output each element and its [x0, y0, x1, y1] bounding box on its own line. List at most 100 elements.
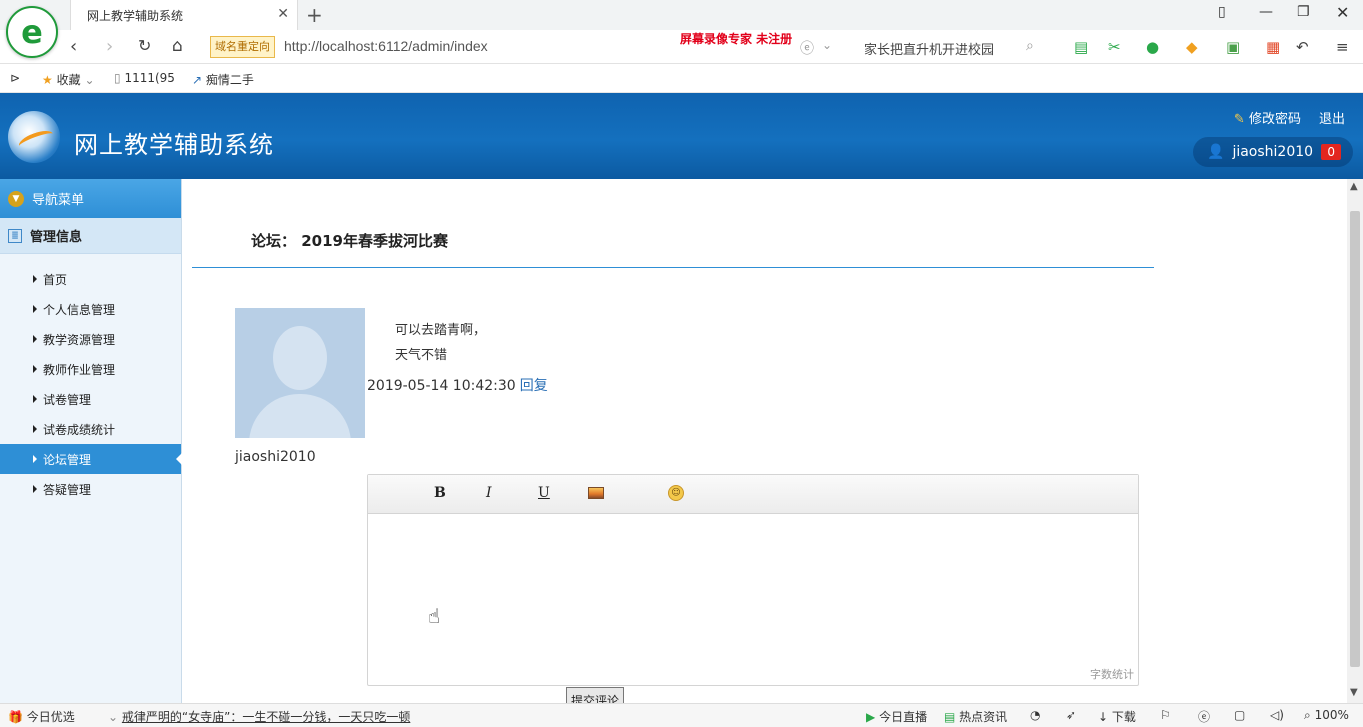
gift-icon: 🎁 [8, 710, 23, 724]
sidebar-item-home[interactable]: 首页 [0, 264, 181, 294]
translate-icon[interactable]: ● [1146, 38, 1159, 56]
address-bar: ‹ › ↻ ⌂ 域名重定向 http://localhost:6112/admi… [0, 30, 1363, 64]
close-tab-icon[interactable]: ✕ [277, 6, 289, 22]
maximize-icon[interactable]: ❐ [1297, 4, 1310, 20]
tab-title: 网上教学辅助系统 [87, 8, 184, 23]
search-icon[interactable]: ⌕ [1026, 38, 1034, 54]
redirect-badge[interactable]: 域名重定向 [210, 36, 275, 58]
scroll-down-icon[interactable]: ▼ [1350, 687, 1358, 698]
close-window-icon[interactable]: ✕ [1336, 3, 1349, 22]
menu-icon[interactable]: ≡ [1336, 38, 1349, 56]
back-icon[interactable]: ‹ [70, 36, 77, 57]
bold-button[interactable]: B [434, 485, 446, 501]
user-icon: 👤 [1207, 144, 1225, 160]
watermark: 屏幕录像专家 未注册 [680, 32, 793, 46]
scissors-icon[interactable]: ✂ [1108, 38, 1121, 56]
user-badge[interactable]: 👤 jiaoshi2010 0 [1193, 137, 1353, 167]
underline-button[interactable]: U [538, 485, 550, 501]
chevron-down-icon[interactable]: ⌄ [822, 38, 832, 52]
play-icon: ▶ [866, 710, 876, 724]
window-icon[interactable]: ▢ [1234, 708, 1245, 722]
minimize-icon[interactable]: — [1259, 4, 1273, 20]
title-divider [192, 267, 1154, 268]
skin-icon[interactable]: ▯ [1218, 4, 1226, 20]
notification-count: 0 [1321, 144, 1341, 160]
insert-image-icon[interactable] [588, 487, 604, 499]
favorites-menu[interactable]: ★ 收藏 ⌄ [42, 71, 95, 88]
home-icon[interactable]: ⌂ [172, 36, 183, 56]
username: jiaoshi2010 [1232, 144, 1314, 160]
forward-icon[interactable]: › [106, 36, 113, 57]
speed-icon[interactable]: ◔ [1030, 708, 1040, 722]
bookmark-item-1[interactable]: ▯ 1111(95 [114, 71, 175, 85]
sidebar: ▼ 导航菜单 ≣ 管理信息 首页 个人信息管理 教学资源管理 教师作业管理 试卷… [0, 179, 182, 703]
logout-link[interactable]: 退出 [1319, 108, 1345, 127]
nav-menu-header[interactable]: ▼ 导航菜单 [0, 179, 181, 218]
star-icon: ★ [42, 73, 53, 87]
reload-icon[interactable]: ↻ [138, 36, 151, 55]
pencil-icon: ✎ [1233, 112, 1245, 127]
app-logo-icon [8, 111, 60, 163]
hand-cursor-icon: ☝ [428, 604, 441, 628]
apps-icon[interactable]: ▦ [1266, 38, 1280, 56]
image-icon[interactable]: ▣ [1226, 38, 1240, 56]
emoji-icon[interactable]: ☺ [668, 485, 684, 501]
browser-tab[interactable]: 网上教学辅助系统 ✕ [70, 0, 298, 30]
feather-icon: ↗ [192, 73, 203, 87]
ie-mode-icon[interactable]: ⓔ [800, 38, 814, 58]
nav-group-management[interactable]: ≣ 管理信息 [0, 218, 181, 254]
post-meta: 2019-05-14 10:42:30 回复 [367, 375, 548, 395]
sidebar-toggle-icon[interactable]: ⊳ [10, 71, 20, 85]
search-input[interactable]: 家长把直升机开进校园 [864, 39, 994, 58]
sidebar-item-resources[interactable]: 教学资源管理 [0, 324, 181, 354]
comment-textarea[interactable] [368, 514, 1138, 684]
sidebar-item-exam-stats[interactable]: 试卷成绩统计 [0, 414, 181, 444]
avatar [235, 308, 365, 438]
post-text-line-1: 可以去踏青啊， [395, 323, 487, 338]
change-password-link[interactable]: ✎ 修改密码 [1234, 108, 1301, 127]
browser-tab-bar: e 网上教学辅助系统 ✕ + ▯ — ❐ ✕ [0, 0, 1363, 58]
reader-icon[interactable]: ▤ [1074, 38, 1088, 56]
reply-link[interactable]: 回复 [520, 378, 548, 394]
zoom-control[interactable]: ⌕ 100% [1304, 708, 1349, 723]
chevron-down-icon: ▼ [8, 190, 24, 207]
news-icon: ▤ [944, 710, 956, 724]
today-picks[interactable]: 🎁 今日优选 [8, 708, 75, 725]
flag-icon[interactable]: ⚐ [1160, 708, 1171, 722]
ie-icon[interactable]: ⓔ [1198, 708, 1210, 725]
sidebar-item-homework[interactable]: 教师作业管理 [0, 354, 181, 384]
word-count-label: 字数统计 [1090, 668, 1134, 681]
hot-news-link[interactable]: ▤ 热点资讯 [944, 708, 1007, 725]
sidebar-item-qa[interactable]: 答疑管理 [0, 474, 181, 504]
volume-icon[interactable]: ◁) [1270, 708, 1284, 722]
status-bar: 🎁 今日优选 ⌄ 戒律严明的“女寺庙”：一生不碰一分钱，一天只吃一顿 ▶ 今日直… [0, 703, 1363, 727]
rocket-icon[interactable]: ➶ [1066, 708, 1076, 722]
main-content: 论坛： 2019年春季拔河比赛 jiaoshi2010 可以去踏青啊， 天气不错… [182, 179, 1347, 703]
list-icon: ≣ [8, 228, 22, 243]
page-icon: ▯ [114, 71, 121, 85]
italic-button[interactable]: I [486, 485, 492, 501]
header-links: ✎ 修改密码 退出 [1234, 108, 1345, 127]
live-link[interactable]: ▶ 今日直播 [866, 708, 927, 725]
url-field[interactable]: http://localhost:6112/admin/index [284, 38, 488, 54]
sidebar-item-profile[interactable]: 个人信息管理 [0, 294, 181, 324]
news-ticker[interactable]: ⌄ 戒律严明的“女寺庙”：一生不碰一分钱，一天只吃一顿 [108, 708, 410, 725]
comment-editor: B I U ☺ 字数统计 [367, 474, 1139, 686]
scrollbar-thumb[interactable] [1350, 211, 1360, 667]
sidebar-item-forum[interactable]: 论坛管理 [0, 444, 182, 474]
bookmark-bar: ⊳ ★ 收藏 ⌄ ▯ 1111(95 ↗ 痴情二手 [0, 64, 1363, 93]
shield-icon[interactable]: ◆ [1186, 38, 1198, 56]
page-title: 论坛： 2019年春季拔河比赛 [251, 232, 448, 250]
editor-toolbar: B I U ☺ [368, 475, 1138, 514]
sidebar-item-exams[interactable]: 试卷管理 [0, 384, 181, 414]
main-scrollbar[interactable]: ▲ ▼ [1347, 179, 1363, 703]
scroll-up-icon[interactable]: ▲ [1350, 181, 1358, 192]
browser-logo-icon: e [6, 6, 58, 58]
submit-comment-button[interactable]: 提交评论 [566, 687, 624, 703]
post-author: jiaoshi2010 [235, 449, 316, 465]
bookmark-item-2[interactable]: ↗ 痴情二手 [192, 71, 254, 88]
download-link[interactable]: ↓ 下载 [1098, 708, 1136, 725]
new-tab-icon[interactable]: + [306, 3, 323, 27]
undo-icon[interactable]: ↶ [1296, 38, 1309, 56]
post-text-line-2: 天气不错 [395, 348, 448, 363]
